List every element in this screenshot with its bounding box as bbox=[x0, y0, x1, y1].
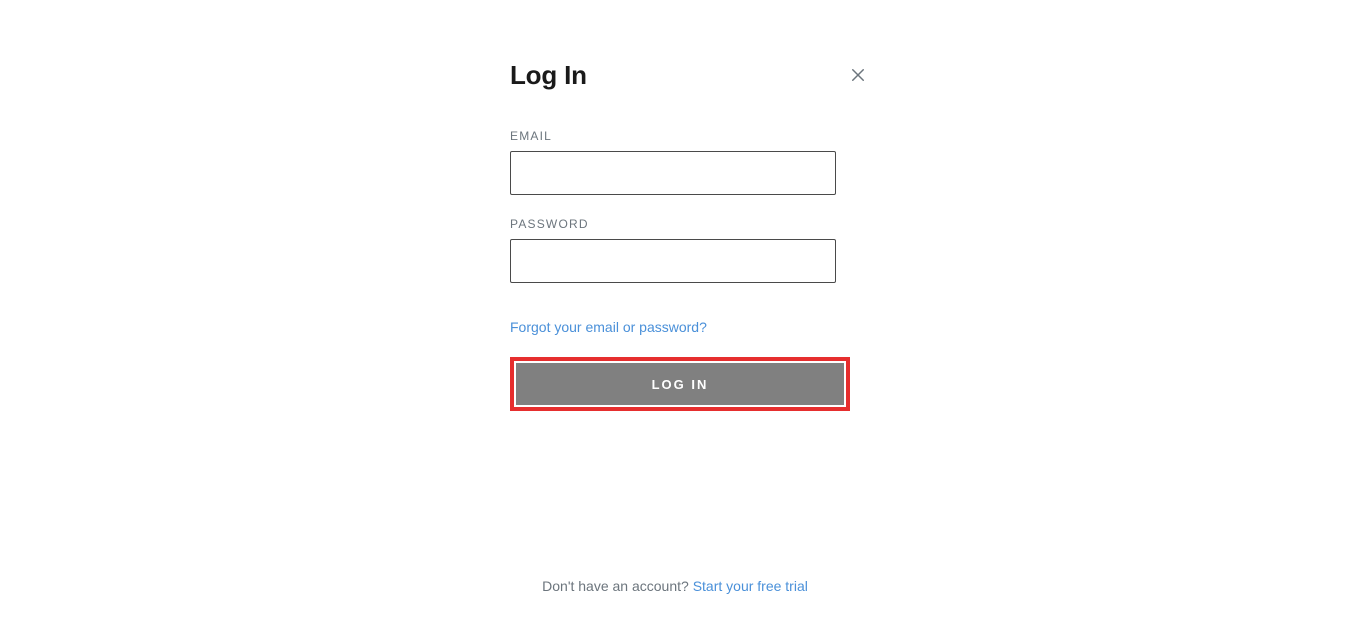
email-input[interactable] bbox=[510, 151, 836, 195]
forgot-password-link[interactable]: Forgot your email or password? bbox=[510, 319, 707, 335]
start-trial-link[interactable]: Start your free trial bbox=[693, 578, 808, 594]
password-field-group: PASSWORD bbox=[510, 217, 850, 283]
login-button-highlight: LOG IN bbox=[510, 357, 850, 411]
email-label: EMAIL bbox=[510, 129, 850, 143]
password-input[interactable] bbox=[510, 239, 836, 283]
signup-prompt: Don't have an account? bbox=[542, 578, 693, 594]
login-modal: Log In EMAIL PASSWORD Forgot your email … bbox=[510, 60, 850, 411]
modal-title: Log In bbox=[510, 60, 850, 91]
signup-footer: Don't have an account? Start your free t… bbox=[0, 578, 1350, 594]
close-icon bbox=[849, 66, 867, 84]
password-label: PASSWORD bbox=[510, 217, 850, 231]
close-button[interactable] bbox=[848, 65, 868, 85]
login-button[interactable]: LOG IN bbox=[516, 363, 844, 405]
email-field-group: EMAIL bbox=[510, 129, 850, 195]
